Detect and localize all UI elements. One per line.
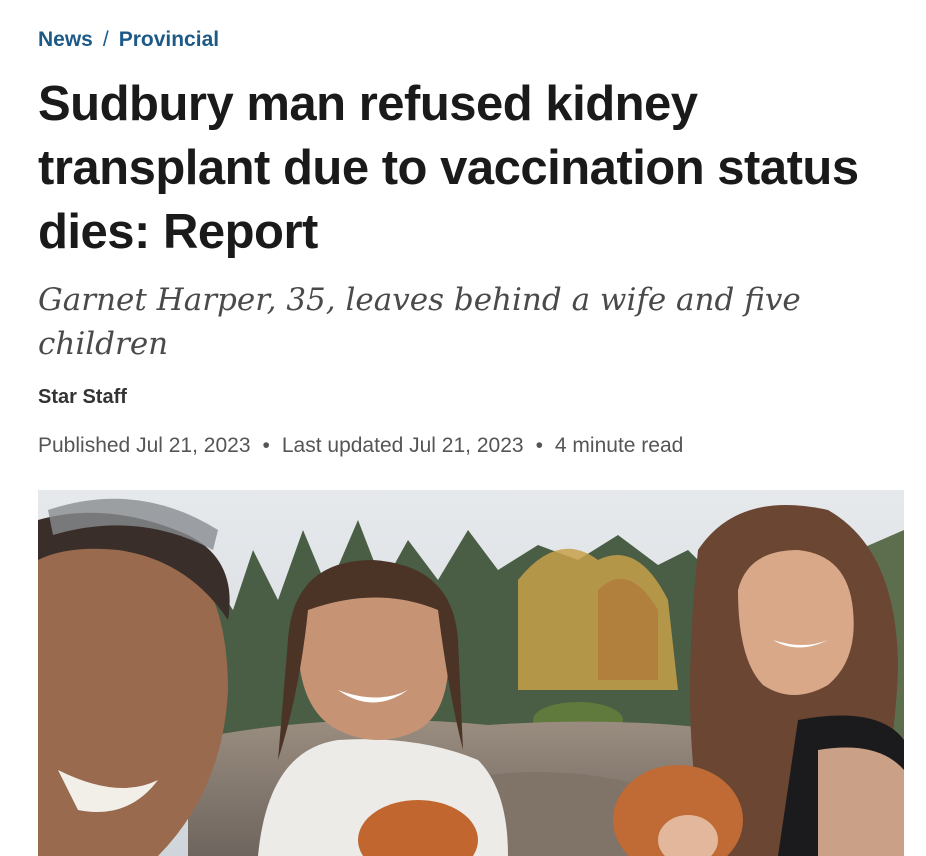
read-time: 4 minute read [554,434,684,457]
breadcrumb-news-link[interactable]: News [38,28,93,51]
breadcrumb-separator: / [102,28,109,51]
meta-dot-1: • [262,434,270,457]
updated-date: Last updated Jul 21, 2023 [281,434,524,457]
family-photo-image [38,490,904,856]
article-headline: Sudbury man refused kidney transplant du… [38,77,859,259]
article-deck: Garnet Harper, 35, leaves behind a wife … [38,282,801,362]
breadcrumb-provincial-link[interactable]: Provincial [119,28,219,51]
author-byline[interactable]: Star Staff [38,386,127,409]
article-meta: Published Jul 21, 2023 • Last updated Jul … [38,434,683,458]
meta-dot-2: • [535,434,543,457]
article-photo[interactable] [38,490,904,856]
breadcrumb: News / Provincial [38,28,219,52]
published-date: Published Jul 21, 2023 [38,434,251,457]
